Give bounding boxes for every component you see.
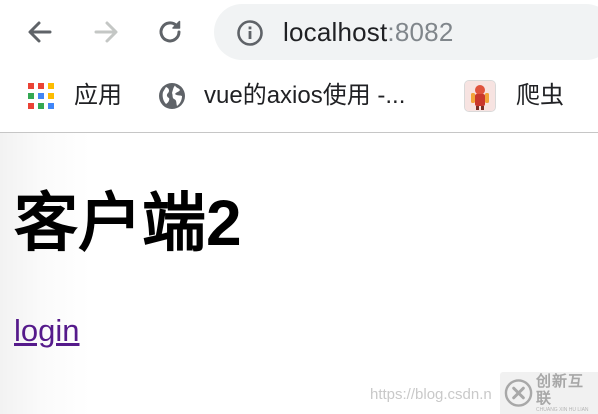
bookmark-label: vue的axios使用 -... xyxy=(204,82,406,109)
bookmark-apps[interactable]: 应用 xyxy=(28,80,122,112)
login-link[interactable]: login xyxy=(14,313,80,349)
watermark-logo: 创新互联 CHUANG XIN HU LIAN xyxy=(500,372,598,414)
address-port: :8082 xyxy=(387,17,454,47)
brand-logo-icon xyxy=(504,379,533,407)
apps-grid-icon xyxy=(28,83,54,109)
address-host: localhost xyxy=(283,17,388,47)
browser-toolbar: localhost:8082 xyxy=(0,0,598,66)
bookmarks-bar: 应用 vue的axios使用 -... 爬虫 xyxy=(0,66,598,180)
bookmark-vue-axios[interactable]: vue的axios使用 -... xyxy=(158,80,405,112)
arrow-right-icon xyxy=(94,21,118,43)
info-icon[interactable] xyxy=(236,19,264,47)
forward-button[interactable] xyxy=(88,14,124,50)
back-button[interactable] xyxy=(22,14,58,50)
watermark-brand-sub: CHUANG XIN HU LIAN xyxy=(536,406,589,413)
bookmark-label: 爬虫 xyxy=(516,82,564,109)
browser-window: localhost:8082 应用 vue的axios使用 -... 爬虫 客户… xyxy=(0,0,598,414)
reload-icon xyxy=(159,20,181,43)
reload-button[interactable] xyxy=(152,14,188,50)
watermark-url: https://blog.csdn.n xyxy=(370,386,492,403)
arrow-left-icon xyxy=(28,21,52,43)
watermark-brand-name: 创新互联 xyxy=(536,372,585,407)
address-url[interactable]: localhost:8082 xyxy=(283,17,454,47)
bookmark-label: 应用 xyxy=(74,82,122,109)
watermark-text: 创新互联 CHUANG XIN HU LIAN xyxy=(536,373,598,414)
page-title: 客户端2 xyxy=(14,187,242,259)
globe-icon xyxy=(159,83,185,109)
spider-favicon-icon xyxy=(464,80,496,112)
address-bar[interactable]: localhost:8082 xyxy=(214,4,598,60)
bookmark-spider[interactable]: 爬虫 xyxy=(464,80,564,112)
